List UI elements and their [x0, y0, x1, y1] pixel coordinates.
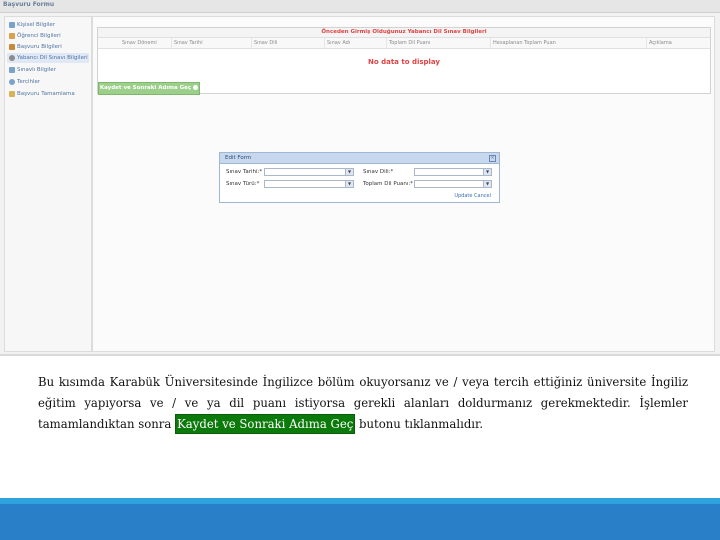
exam-date-select[interactable]: ▼ [264, 168, 354, 176]
sidebar: Kişisel Bilgiler Öğrenci Bilgileri Başvu… [4, 16, 92, 352]
description-text: Bu kısımda Karabük Üniversitesinde İngil… [38, 372, 688, 435]
sidebar-item-label: Sınavlı Bilgiler [17, 67, 56, 73]
folder-icon [9, 90, 15, 97]
sidebar-item-language-exam[interactable]: Yabancı Dil Sınavı Bilgileri [7, 53, 89, 63]
chevron-down-icon: ▼ [345, 169, 353, 175]
sidebar-item-exam-info[interactable]: Sınavlı Bilgiler [7, 65, 89, 75]
form-actions: Update Cancel [454, 193, 491, 199]
person-icon [9, 21, 15, 28]
edit-form-title: Edit Form [225, 155, 252, 161]
cancel-link[interactable]: Cancel [474, 193, 491, 199]
sidebar-item-label: Tercihler [17, 79, 41, 85]
total-score-label: Toplam Dil Puanı:* [363, 181, 414, 187]
sidebar-item-application[interactable]: Başvuru Bilgileri [7, 42, 89, 52]
sidebar-item-label: Yabancı Dil Sınavı Bilgileri [17, 55, 88, 61]
sidebar-item-complete[interactable]: Başvuru Tamamlama [7, 89, 89, 99]
globe-icon [9, 54, 15, 61]
sidebar-item-student[interactable]: Öğrenci Bilgileri [7, 31, 89, 41]
column-header[interactable]: Sınav Adı [325, 38, 387, 48]
window-titlebar: Başvuru Formu [0, 0, 720, 13]
update-link[interactable]: Update [454, 193, 472, 199]
column-header[interactable]: Hesaplanan Toplam Puan [491, 38, 647, 48]
chevron-down-icon: ▼ [483, 169, 491, 175]
sidebar-item-label: Öğrenci Bilgileri [17, 33, 61, 39]
exam-date-label: Sınav Tarihi:* [226, 169, 263, 175]
sidebar-item-label: Başvuru Bilgileri [17, 44, 62, 50]
grid-header: Sınav Dönemi Sınav Tarihi Sınav Dili Sın… [98, 38, 710, 49]
exam-type-label: Sınav Türü:* [226, 181, 260, 187]
screenshot: Başvuru Formu Kişisel Bilgiler Öğrenci B… [0, 0, 720, 356]
column-header[interactable]: Açıklama [647, 38, 710, 48]
column-header[interactable]: Sınav Tarihi [172, 38, 252, 48]
empty-message: No data to display [368, 58, 440, 66]
column-header[interactable]: Sınav Dili [252, 38, 325, 48]
save-next-label: Kaydet ve Sonraki Adıma Geç [99, 85, 192, 91]
document-icon [9, 43, 15, 50]
exam-language-select[interactable]: ▼ [414, 168, 492, 176]
sidebar-item-personal[interactable]: Kişisel Bilgiler [7, 20, 89, 30]
sidebar-item-label: Kişisel Bilgiler [17, 22, 56, 28]
save-next-button[interactable]: Kaydet ve Sonraki Adıma Geç [98, 82, 200, 95]
search-icon [9, 78, 15, 85]
total-score-select[interactable]: ▼ [414, 180, 492, 188]
close-icon[interactable]: × [489, 155, 496, 162]
chevron-down-icon: ▼ [345, 181, 353, 187]
description-suffix: butonu tıklanmalıdır. [359, 417, 484, 431]
gear-icon [193, 85, 199, 90]
exam-type-select[interactable]: ▼ [264, 180, 354, 188]
grid-title: Önceden Girmiş Olduğunuz Yabancı Dil Sın… [98, 28, 710, 38]
list-icon [9, 66, 15, 73]
footer-bar [0, 504, 720, 540]
column-header[interactable]: Toplam Dil Puanı [387, 38, 491, 48]
sidebar-item-preferences[interactable]: Tercihler [7, 77, 89, 87]
highlighted-button-name: Kaydet ve Sonraki Adıma Geç [175, 414, 356, 434]
main-panel: Önceden Girmiş Olduğunuz Yabancı Dil Sın… [92, 16, 715, 352]
window-title: Başvuru Formu [3, 1, 55, 8]
edit-form-header: Edit Form × [220, 153, 499, 164]
sidebar-item-label: Başvuru Tamamlama [17, 91, 75, 97]
edit-form: Edit Form × Sınav Tarihi:* ▼ Sınav Türü:… [219, 152, 500, 203]
exam-language-label: Sınav Dili:* [363, 169, 394, 175]
student-icon [9, 32, 15, 39]
column-header[interactable]: Sınav Dönemi [120, 38, 172, 48]
chevron-down-icon: ▼ [483, 181, 491, 187]
